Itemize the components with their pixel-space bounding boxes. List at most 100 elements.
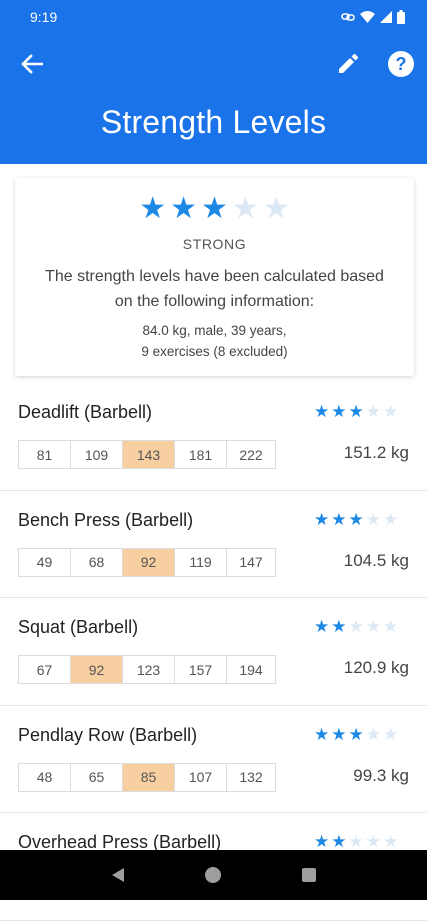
pencil-icon: [339, 54, 358, 73]
exercise-row[interactable]: Squat (Barbell) ★ ★ ★ ★ ★ 67 92 123 157 194 120.9 k…: [0, 598, 427, 706]
star-icon: ★: [348, 402, 364, 421]
summary-info-line: 84.0 kg, male, 39 years,: [142, 323, 287, 338]
exercise-name: Squat (Barbell): [18, 617, 139, 637]
standard-cell: 49: [19, 548, 71, 576]
standard-cell: 92: [123, 548, 175, 576]
summary-info-line: 9 exercises (8 excluded): [141, 344, 288, 359]
standard-cell: 194: [239, 661, 263, 678]
standard-cell: 109: [71, 441, 123, 468]
summary-info: 84.0 kg, male, 39 years, 9 exercises (8 …: [15, 320, 414, 362]
star-icon: ★: [348, 832, 364, 851]
system-nav-bar: [0, 850, 427, 900]
nav-home-button[interactable]: [198, 860, 228, 890]
standard-cell: 222: [239, 446, 263, 463]
strength-standards: 48 65 85 107 132: [18, 762, 276, 792]
star-icon: ★: [314, 617, 330, 636]
exercise-name: Pendlay Row (Barbell): [18, 724, 198, 745]
star-icon: ★: [170, 192, 198, 225]
star-icon: ★: [139, 192, 167, 225]
exercise-row[interactable]: Bench Press (Barbell) ★ ★ ★ ★ ★ 49 68 92 119 147 10…: [0, 491, 427, 598]
standard-cell: 81: [19, 441, 71, 468]
exercise-stars: ★ ★ ★ ★ ★: [314, 403, 398, 420]
star-icon: ★: [383, 724, 399, 744]
exercise-name: Deadlift (Barbell): [18, 402, 153, 422]
edit-button[interactable]: [334, 50, 362, 78]
star-icon: ★: [348, 509, 364, 529]
star-icon: ★: [314, 402, 330, 421]
standard-cell: 68: [71, 548, 123, 576]
standard-cell: 132: [239, 769, 263, 785]
star-icon: ★: [331, 832, 347, 851]
star-icon: ★: [365, 402, 381, 421]
status-bar: 9:19: [0, 0, 427, 34]
exercise-stars: ★ ★ ★ ★ ★: [314, 833, 398, 850]
arrow-back-icon: [21, 54, 43, 74]
star-icon: ★: [348, 617, 364, 636]
wifi-icon: [360, 11, 375, 23]
star-icon: ★: [314, 724, 330, 744]
star-icon: ★: [365, 617, 381, 636]
star-icon: ★: [348, 724, 364, 744]
exercise-row[interactable]: Deadlift (Barbell) ★ ★ ★ ★ ★ 81 109 143 181 222 151…: [0, 383, 427, 491]
exercise-stars: ★ ★ ★ ★ ★: [314, 726, 398, 743]
star-icon: ★: [365, 509, 381, 529]
star-icon: ★: [383, 402, 399, 421]
standard-cell: 143: [123, 441, 175, 468]
star-icon: ★: [383, 832, 399, 851]
strength-standards: 81 109 143 181 222: [18, 440, 276, 469]
standard-cell: 157: [175, 656, 227, 683]
status-time: 9:19: [30, 9, 58, 25]
standard-cell: 147: [239, 554, 263, 570]
star-icon: ★: [383, 617, 399, 636]
star-icon: ★: [331, 724, 347, 744]
exercise-stars: ★ ★ ★ ★ ★: [314, 511, 398, 528]
status-icons: [341, 10, 405, 24]
exercise-one-rep-max: 151.2 kg: [343, 443, 409, 462]
star-icon: ★: [231, 192, 259, 225]
exercise-one-rep-max: 99.3 kg: [353, 765, 409, 785]
exercise-one-rep-max: 104.5 kg: [343, 550, 409, 570]
triangle-back-icon: [111, 868, 124, 882]
signal-icon: [380, 11, 392, 23]
exercise-list: Deadlift (Barbell) ★ ★ ★ ★ ★ 81 109 143 181 222 151…: [0, 383, 427, 921]
battery-icon: [397, 10, 405, 24]
standard-cell: 92: [71, 656, 123, 683]
circle-home-icon: [205, 867, 222, 883]
exercise-stars: ★ ★ ★ ★ ★: [314, 618, 398, 635]
nav-recents-button[interactable]: [294, 860, 324, 890]
star-icon: ★: [383, 509, 399, 529]
summary-card: ★ ★ ★ ★ ★ STRONG The strength levels hav…: [15, 178, 414, 376]
standard-cell: 65: [71, 763, 123, 791]
star-icon: ★: [331, 402, 347, 421]
exercise-row[interactable]: Pendlay Row (Barbell) ★ ★ ★ ★ ★ 48 65 85 107 132 99…: [0, 706, 427, 813]
standard-cell: 85: [123, 763, 175, 791]
help-button[interactable]: ?: [388, 51, 414, 77]
star-icon: ★: [331, 617, 347, 636]
square-recents-icon: [302, 868, 317, 882]
help-icon: ?: [395, 53, 407, 74]
summary-stars: ★ ★ ★ ★ ★: [15, 194, 414, 224]
page-title: Strength Levels: [100, 104, 327, 140]
link-icon: [341, 13, 355, 21]
standard-cell: 107: [175, 763, 227, 791]
exercise-one-rep-max: 120.9 kg: [343, 658, 409, 677]
nav-back-button[interactable]: [103, 860, 133, 890]
app-bar: ? Strength Levels: [0, 34, 427, 164]
star-icon: ★: [314, 832, 330, 851]
back-button[interactable]: [18, 50, 46, 78]
standard-cell: 119: [175, 548, 227, 576]
star-icon: ★: [365, 724, 381, 744]
strength-standards: 49 68 92 119 147: [18, 547, 276, 577]
star-icon: ★: [262, 192, 290, 225]
star-icon: ★: [201, 192, 228, 225]
standard-cell: 181: [175, 441, 227, 468]
standard-cell: 48: [19, 763, 71, 791]
exercise-name: Bench Press (Barbell): [18, 509, 194, 530]
strength-standards: 67 92 123 157 194: [18, 655, 276, 684]
strength-level-label: STRONG: [182, 236, 247, 252]
standard-cell: 123: [123, 656, 175, 683]
star-icon: ★: [314, 509, 330, 529]
standard-cell: 67: [19, 656, 71, 683]
star-icon: ★: [331, 509, 347, 529]
star-icon: ★: [365, 832, 381, 851]
